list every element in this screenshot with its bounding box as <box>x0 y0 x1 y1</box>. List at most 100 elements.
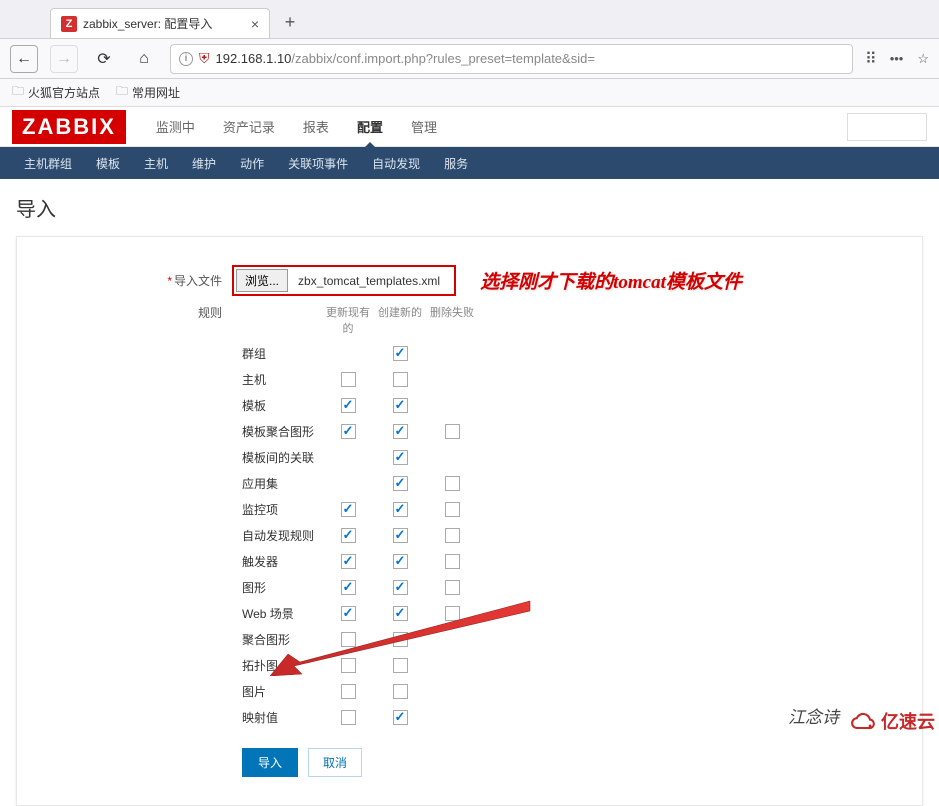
checkbox-create[interactable] <box>393 632 408 647</box>
checkbox-create[interactable] <box>393 502 408 517</box>
bookmark-star-icon[interactable]: ☆ <box>917 51 929 67</box>
sub-nav-item[interactable]: 动作 <box>228 146 276 181</box>
tab-favicon: Z <box>61 16 77 32</box>
rule-row: 自动发现规则 <box>37 522 902 548</box>
col-delete: 删除失败 <box>426 304 478 336</box>
info-icon[interactable]: i <box>179 52 193 66</box>
rule-label: 图形 <box>37 579 322 596</box>
bookmark-item[interactable]: 🗀 火狐官方站点 <box>12 82 100 103</box>
close-icon[interactable]: × <box>251 16 259 32</box>
checkbox-update[interactable] <box>341 372 356 387</box>
checkbox-create[interactable] <box>393 684 408 699</box>
checkbox-delete[interactable] <box>445 424 460 439</box>
rule-row: Web 场景 <box>37 600 902 626</box>
zabbix-logo[interactable]: ZABBIX <box>12 110 126 144</box>
checkbox-update[interactable] <box>341 684 356 699</box>
qr-icon[interactable]: ⠿ <box>865 49 876 69</box>
checkbox-delete[interactable] <box>445 606 460 621</box>
sub-nav-item[interactable]: 维护 <box>180 146 228 181</box>
rule-label: 拓扑图 <box>37 657 322 674</box>
import-button[interactable]: 导入 <box>242 748 298 777</box>
checkbox-create[interactable] <box>393 658 408 673</box>
checkbox-delete[interactable] <box>445 554 460 569</box>
sub-nav-item[interactable]: 关联项事件 <box>276 146 360 181</box>
checkbox-create[interactable] <box>393 580 408 595</box>
url-bar[interactable]: i ⛨ 192.168.1.10/zabbix/conf.import.php?… <box>170 44 853 74</box>
more-icon[interactable]: ••• <box>890 51 904 66</box>
checkbox-update[interactable] <box>341 632 356 647</box>
col-create: 创建新的 <box>374 304 426 336</box>
rule-row: 模板 <box>37 392 902 418</box>
checkbox-update[interactable] <box>341 606 356 621</box>
browse-button[interactable]: 浏览... <box>236 269 288 292</box>
cancel-button[interactable]: 取消 <box>308 748 362 777</box>
rule-row: 映射值 <box>37 704 902 730</box>
rule-label: 监控项 <box>37 501 322 518</box>
rule-label: 模板聚合图形 <box>37 423 322 440</box>
home-button[interactable]: ⌂ <box>130 45 158 73</box>
rule-label: 模板间的关联 <box>37 449 322 466</box>
sub-nav-item[interactable]: 模板 <box>84 146 132 181</box>
url-text: 192.168.1.10/zabbix/conf.import.php?rule… <box>216 51 844 66</box>
back-button[interactable]: ← <box>10 45 38 73</box>
rule-row: 群组 <box>37 340 902 366</box>
forward-button[interactable]: → <box>50 45 78 73</box>
rule-label: 主机 <box>37 371 322 388</box>
checkbox-create[interactable] <box>393 476 408 491</box>
checkbox-create[interactable] <box>393 528 408 543</box>
rule-label: 应用集 <box>37 475 322 492</box>
rule-row: 图形 <box>37 574 902 600</box>
rule-label: 触发器 <box>37 553 322 570</box>
rule-row: 聚合图形 <box>37 626 902 652</box>
sub-nav-item[interactable]: 自动发现 <box>360 146 432 181</box>
checkbox-update[interactable] <box>341 554 356 569</box>
shield-icon[interactable]: ⛨ <box>199 50 210 67</box>
rule-row: 模板间的关联 <box>37 444 902 470</box>
reload-button[interactable]: ⟳ <box>90 45 118 73</box>
sub-nav: 主机群组模板主机维护动作关联项事件自动发现服务 <box>0 147 939 179</box>
tab-title: zabbix_server: 配置导入 <box>83 15 251 32</box>
checkbox-update[interactable] <box>341 424 356 439</box>
browser-tab[interactable]: Z zabbix_server: 配置导入 × <box>50 8 270 38</box>
checkbox-delete[interactable] <box>445 580 460 595</box>
main-nav-item[interactable]: 监测中 <box>142 107 209 146</box>
checkbox-create[interactable] <box>393 710 408 725</box>
checkbox-create[interactable] <box>393 554 408 569</box>
file-select-box: 浏览... zbx_tomcat_templates.xml <box>232 265 456 296</box>
sub-nav-item[interactable]: 服务 <box>432 146 480 181</box>
main-nav-item[interactable]: 管理 <box>397 107 451 146</box>
watermark-author: 江念诗 <box>788 703 839 728</box>
checkbox-delete[interactable] <box>445 476 460 491</box>
new-tab-button[interactable]: + <box>276 8 304 36</box>
sub-nav-item[interactable]: 主机 <box>132 146 180 181</box>
checkbox-update[interactable] <box>341 502 356 517</box>
checkbox-update[interactable] <box>341 398 356 413</box>
header-search-box[interactable] <box>847 113 927 141</box>
checkbox-update[interactable] <box>341 658 356 673</box>
rule-row: 拓扑图 <box>37 652 902 678</box>
checkbox-update[interactable] <box>341 710 356 725</box>
checkbox-create[interactable] <box>393 372 408 387</box>
checkbox-create[interactable] <box>393 424 408 439</box>
checkbox-update[interactable] <box>341 528 356 543</box>
checkbox-create[interactable] <box>393 398 408 413</box>
checkbox-update[interactable] <box>341 580 356 595</box>
browser-tabstrip: Z zabbix_server: 配置导入 × + <box>0 0 939 39</box>
main-nav-item[interactable]: 资产记录 <box>209 107 289 146</box>
checkbox-create[interactable] <box>393 450 408 465</box>
zabbix-header: ZABBIX 监测中资产记录报表配置管理 <box>0 107 939 147</box>
checkbox-create[interactable] <box>393 346 408 361</box>
browser-toolbar: ← → ⟳ ⌂ i ⛨ 192.168.1.10/zabbix/conf.imp… <box>0 39 939 79</box>
main-nav-item[interactable]: 报表 <box>289 107 343 146</box>
rule-label: 自动发现规则 <box>37 527 322 544</box>
main-nav-item[interactable]: 配置 <box>343 107 397 146</box>
annotation-text: 选择刚才下载的tomcat模板文件 <box>480 267 742 294</box>
bookmark-item[interactable]: 🗀 常用网址 <box>116 82 180 103</box>
rule-label: 图片 <box>37 683 322 700</box>
rule-row: 模板聚合图形 <box>37 418 902 444</box>
checkbox-delete[interactable] <box>445 502 460 517</box>
checkbox-delete[interactable] <box>445 528 460 543</box>
sub-nav-item[interactable]: 主机群组 <box>12 146 84 181</box>
rule-row: 图片 <box>37 678 902 704</box>
checkbox-create[interactable] <box>393 606 408 621</box>
